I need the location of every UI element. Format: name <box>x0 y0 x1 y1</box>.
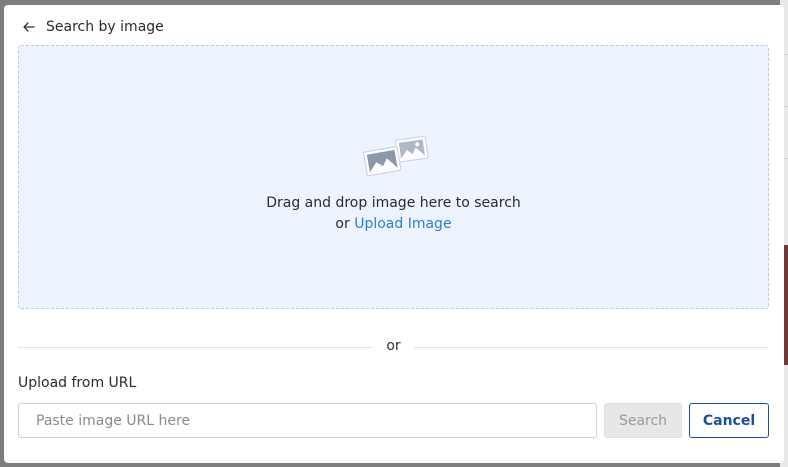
drag-drop-text: Drag and drop image here to search <box>266 195 521 211</box>
or-prefix: or <box>335 216 350 232</box>
upload-line: or Upload Image <box>19 214 768 235</box>
drop-instructions: Drag and drop image here to search or Up… <box>19 193 768 235</box>
back-to-search[interactable]: Search by image <box>22 13 164 41</box>
image-url-input[interactable] <box>18 403 597 438</box>
image-drop-zone[interactable]: Drag and drop image here to search or Up… <box>18 45 769 309</box>
or-divider: or <box>18 336 769 358</box>
arrow-left-icon[interactable] <box>22 20 36 34</box>
dialog-title: Search by image <box>46 19 164 35</box>
search-by-image-dialog: Search by image Drag and drop image here… <box>4 5 784 463</box>
images-icon <box>363 136 429 176</box>
divider-line-right <box>414 347 769 348</box>
upload-image-link[interactable]: Upload Image <box>354 216 451 232</box>
cancel-button[interactable]: Cancel <box>689 403 769 438</box>
url-label: Upload from URL <box>18 375 137 391</box>
search-button[interactable]: Search <box>604 403 682 438</box>
divider-text: or <box>386 338 401 354</box>
